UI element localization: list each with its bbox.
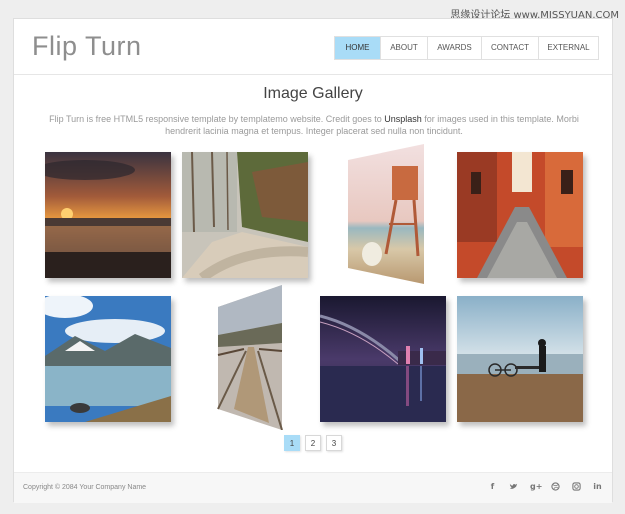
- gallery-image-lifeguard-tower[interactable]: [334, 144, 424, 284]
- linkedin-icon[interactable]: in: [593, 482, 602, 492]
- page-3-button[interactable]: 3: [326, 435, 342, 451]
- nav-contact[interactable]: CONTACT: [482, 37, 539, 59]
- gallery-image-forest-road[interactable]: [182, 152, 308, 278]
- header: Flip Turn HOME ABOUT AWARDS CONTACT EXTE…: [14, 19, 612, 75]
- unsplash-link[interactable]: Unsplash: [384, 114, 422, 124]
- gallery-title: Image Gallery: [263, 85, 363, 102]
- gallery-image-old-street[interactable]: [457, 152, 583, 278]
- page-1-button[interactable]: 1: [284, 435, 300, 451]
- gallery-image-sunset-beach[interactable]: [45, 152, 171, 278]
- page-container: Flip Turn HOME ABOUT AWARDS CONTACT EXTE…: [13, 18, 613, 503]
- nav-awards[interactable]: AWARDS: [428, 37, 482, 59]
- page-2-button[interactable]: 2: [305, 435, 321, 451]
- nav-about[interactable]: ABOUT: [381, 37, 428, 59]
- twitter-icon[interactable]: [509, 482, 518, 492]
- nav-home[interactable]: HOME: [335, 37, 381, 59]
- instagram-icon[interactable]: [572, 482, 581, 492]
- pagination: 1 2 3: [284, 435, 342, 451]
- gallery-image-wooden-bridge[interactable]: [214, 285, 284, 430]
- nav-external[interactable]: EXTERNAL: [539, 37, 598, 59]
- facebook-icon[interactable]: f: [488, 482, 497, 492]
- gallery-image-mountain-lake[interactable]: [45, 296, 171, 422]
- desc-text-1: Flip Turn is free HTML5 responsive templ…: [49, 114, 385, 124]
- site-logo[interactable]: Flip Turn: [32, 31, 142, 62]
- footer: Copyright © 2084 Your Company Name f g+ …: [14, 472, 612, 503]
- social-links: f g+ in: [488, 482, 602, 492]
- main-nav: HOME ABOUT AWARDS CONTACT EXTERNAL: [334, 36, 599, 60]
- gallery-image-city-bridge-night[interactable]: [320, 296, 446, 422]
- copyright-text: Copyright © 2084 Your Company Name: [23, 484, 147, 491]
- gallery-description: Flip Turn is free HTML5 responsive templ…: [44, 113, 584, 137]
- google-plus-icon[interactable]: g+: [530, 482, 542, 492]
- dribbble-icon[interactable]: [551, 482, 560, 492]
- gallery-image-beach-cyclist[interactable]: [457, 296, 583, 422]
